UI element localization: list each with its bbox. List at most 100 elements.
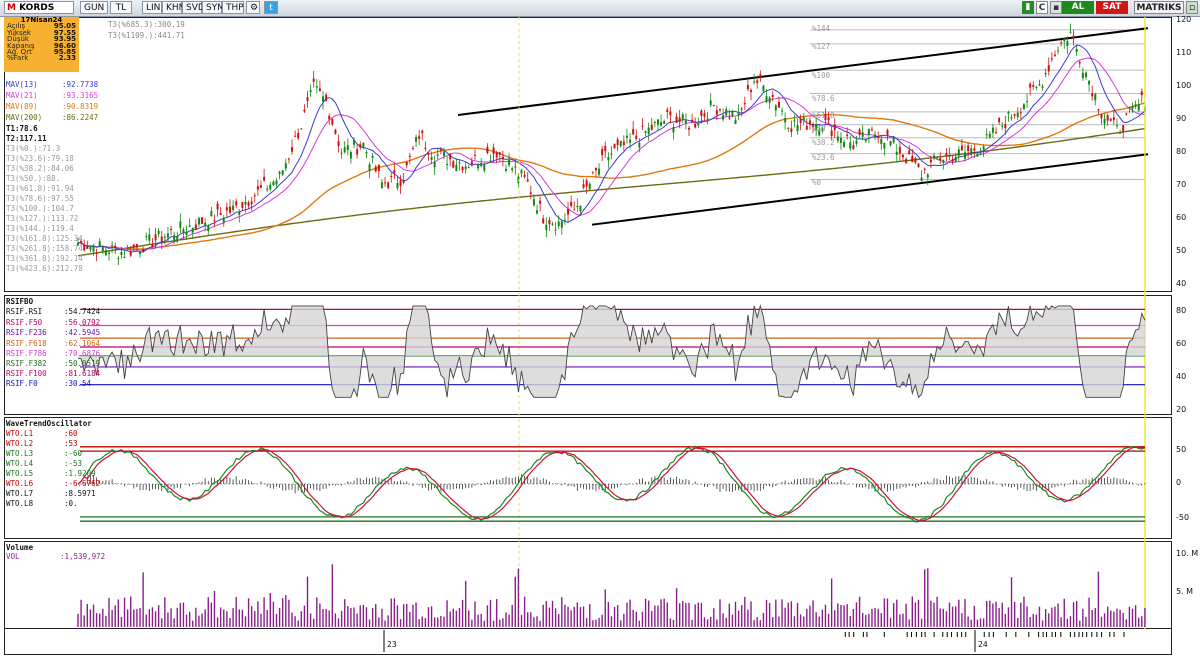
wto-row-name: WTO.L5 <box>6 469 34 478</box>
rsi-title: RSIFBO <box>6 297 34 306</box>
candle-body <box>743 103 746 105</box>
candle-body <box>139 251 142 255</box>
candle-body <box>591 171 594 173</box>
candle-body <box>737 111 740 116</box>
candle-body <box>762 85 765 92</box>
fib-label: T3(%361.8):192.14 <box>6 254 83 263</box>
candle-body <box>839 137 842 143</box>
candle-body <box>334 129 337 134</box>
candle-body <box>340 152 343 154</box>
candle-body <box>684 120 687 124</box>
candle-body <box>536 210 539 214</box>
wto-axis[interactable]: 50 0 -50 <box>1172 417 1200 539</box>
candle-body <box>1057 50 1060 52</box>
axis-tick: 60 <box>1176 339 1187 348</box>
mav-value: :92.7738 <box>62 80 99 89</box>
candle-body <box>520 170 523 174</box>
candle-body <box>563 219 566 221</box>
candle-body <box>284 163 287 169</box>
candle-body <box>1103 118 1106 124</box>
rsi-axis[interactable]: 80 60 40 20 <box>1172 295 1200 415</box>
volume-axis[interactable]: 10. M 5. M <box>1172 541 1200 629</box>
fib-label: T3(%61.8):91.94 <box>6 184 74 193</box>
candle-body <box>399 180 402 186</box>
fib-label: T3(%100.):104.7 <box>6 204 74 213</box>
fib-label: T3(%127.):113.72 <box>6 214 79 223</box>
candle-body <box>1063 38 1066 42</box>
candle-body <box>235 201 238 206</box>
candle-body <box>728 117 731 119</box>
axis-tick: 110 <box>1176 48 1192 57</box>
candle-body <box>784 118 787 123</box>
candle-body <box>120 251 123 256</box>
rsi-row-value: :56.0792 <box>64 318 101 327</box>
rsi-row-name: RSIF.F100 <box>6 369 47 378</box>
candle-body <box>787 127 790 129</box>
candle-body <box>101 246 104 252</box>
candle-body <box>1013 114 1016 116</box>
fib-level: %127 <box>812 42 831 51</box>
candle-body <box>672 127 675 133</box>
candle-body <box>309 90 312 93</box>
candle-body <box>430 157 433 160</box>
candle-body <box>588 183 591 190</box>
candle-body <box>926 174 929 178</box>
axis-tick: 120 <box>1176 15 1192 24</box>
candle-body <box>353 139 356 145</box>
candle-body <box>1088 80 1091 85</box>
candle-body <box>585 180 588 187</box>
candle-body <box>182 229 185 233</box>
candle-body <box>253 195 256 197</box>
candle-body <box>368 164 371 171</box>
candle-body <box>731 111 734 117</box>
candle-body <box>278 171 281 174</box>
candle-body <box>1016 112 1019 118</box>
candle-body <box>765 96 768 103</box>
candle-body <box>647 127 650 134</box>
candle-body <box>697 124 700 126</box>
candle-body <box>883 142 886 149</box>
candle-body <box>349 152 352 159</box>
rsi-row-value: :54.7424 <box>64 307 101 316</box>
candle-body <box>582 184 585 188</box>
candle-body <box>275 180 278 185</box>
candle-body <box>380 182 383 188</box>
candle-body <box>982 146 985 150</box>
chart-canvas[interactable] <box>0 0 1200 657</box>
candle-body <box>446 164 449 166</box>
candle-body <box>176 235 179 242</box>
candle-body <box>337 141 340 146</box>
candle-body <box>644 131 647 133</box>
candle-body <box>706 118 709 121</box>
candle-body <box>1047 65 1050 72</box>
axis-tick: 40 <box>1176 279 1187 288</box>
candle-body <box>889 141 892 146</box>
axis-tick: 10. M <box>1176 549 1199 558</box>
candle-body <box>1119 132 1122 134</box>
candle-body <box>551 223 554 225</box>
candle-body <box>616 139 619 145</box>
candle-body <box>433 162 436 168</box>
candle-body <box>951 159 954 162</box>
candle-body <box>1032 85 1035 87</box>
candle-body <box>802 116 805 121</box>
candle-body <box>607 156 610 161</box>
candle-body <box>1050 58 1053 60</box>
candle-body <box>995 132 998 134</box>
candle-body <box>905 158 908 164</box>
candle-body <box>1112 117 1115 120</box>
candle-body <box>83 244 86 251</box>
rsi-row-value: :50.0519 <box>64 359 101 368</box>
candle-body <box>216 203 219 210</box>
mav-name: MAV(200) <box>6 113 43 122</box>
candle-body <box>384 182 387 184</box>
candle-body <box>594 167 597 171</box>
candle-body <box>700 110 703 116</box>
candle-body <box>892 137 895 143</box>
candle-body <box>411 148 414 150</box>
candle-body <box>228 206 231 213</box>
candle-body <box>514 166 517 168</box>
candle-body <box>374 166 377 172</box>
price-axis[interactable]: 120 110 100 90 80 70 60 50 40 <box>1172 15 1200 292</box>
candle-body <box>920 177 923 182</box>
